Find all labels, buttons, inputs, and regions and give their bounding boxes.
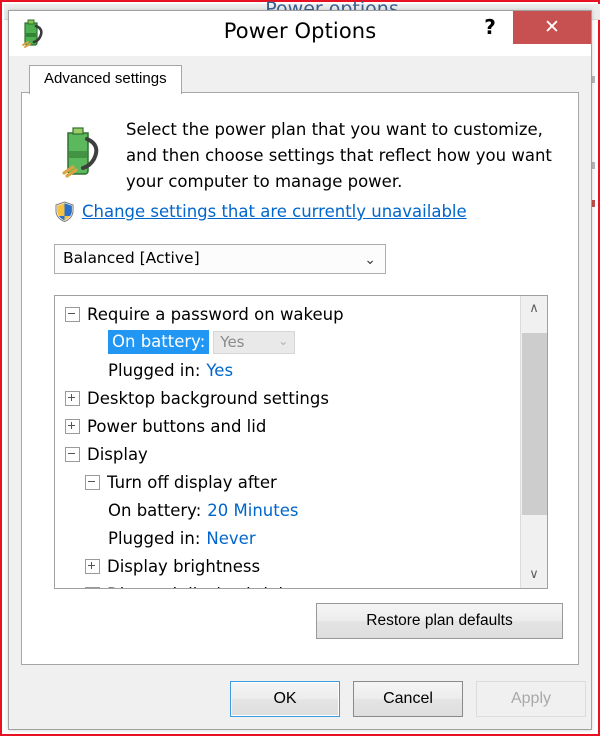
expander-plus-icon[interactable] [65, 418, 80, 434]
change-settings-row[interactable]: Change settings that are currently unava… [54, 201, 467, 223]
apply-button: Apply [476, 681, 586, 717]
chevron-down-icon: ⌄ [278, 333, 289, 348]
tree-row-value[interactable]: 20 Minutes [207, 501, 298, 520]
cancel-button[interactable]: Cancel [353, 681, 463, 717]
expander-plus-icon[interactable] [85, 586, 100, 588]
dialog-footer: OK Cancel Apply [9, 681, 593, 717]
power-options-dialog: Power Options ? ✕ Advanced settings Sele… [8, 10, 592, 730]
scrollbar-thumb[interactable] [522, 333, 547, 515]
tree-row[interactable]: Power buttons and lid [55, 412, 520, 440]
tree-row-label: Power buttons and lid [87, 416, 267, 436]
tree-row[interactable]: Plugged in: Never [55, 524, 520, 552]
dialog-titlebar[interactable]: Power Options ? ✕ [9, 11, 591, 56]
tree-row-label: Plugged in: [108, 528, 201, 548]
tree-row-label: Turn off display after [107, 472, 277, 492]
tree-row[interactable]: Dimmed display brightness [55, 580, 520, 589]
tree-row[interactable]: Require a password on wakeup [55, 300, 520, 328]
expander-minus-icon[interactable] [85, 474, 100, 490]
tree-row[interactable]: On battery: 20 Minutes [55, 496, 520, 524]
tree-row-value[interactable]: Never [206, 529, 255, 548]
ok-button[interactable]: OK [230, 681, 340, 717]
tree-row-label: Display brightness [107, 556, 261, 576]
tree-row[interactable]: Turn off display after [55, 468, 520, 496]
advanced-settings-listbox[interactable]: Require a password on wakeup On battery:… [54, 295, 548, 589]
tabstrip: Advanced settings [21, 65, 579, 94]
help-button[interactable]: ? [467, 11, 513, 44]
tree-row-value[interactable]: Yes [206, 361, 233, 380]
tree-row[interactable]: Desktop background settings [55, 384, 520, 412]
battery-plug-icon [54, 121, 106, 179]
tree-row-label: Plugged in: [108, 360, 201, 380]
tree-row-label: Display [87, 444, 148, 464]
tree-row-label: On battery: [108, 500, 202, 520]
power-plan-select[interactable]: Balanced [Active] ⌄ [54, 244, 386, 274]
expander-minus-icon[interactable] [65, 306, 80, 322]
expander-minus-icon[interactable] [65, 446, 80, 462]
close-button[interactable]: ✕ [513, 11, 591, 44]
power-plan-selected-value: Balanced [Active] [63, 249, 200, 267]
settings-list-scrollbar[interactable]: ∧ ∨ [520, 296, 547, 588]
uac-shield-icon [54, 201, 75, 223]
tree-row[interactable]: Display [55, 440, 520, 468]
tree-row-label: Desktop background settings [87, 388, 329, 408]
change-settings-link[interactable]: Change settings that are currently unava… [82, 202, 467, 221]
on-battery-password-value: Yes [220, 332, 245, 351]
restore-plan-defaults-button[interactable]: Restore plan defaults [316, 603, 563, 639]
tree-row[interactable]: On battery: Yes ⌄ [55, 328, 520, 356]
scroll-up-icon[interactable]: ∧ [521, 296, 547, 322]
tree-row[interactable]: Display brightness [55, 552, 520, 580]
expander-plus-icon[interactable] [65, 390, 80, 406]
tree-row-label: On battery: [108, 330, 210, 354]
scroll-down-icon[interactable]: ∨ [521, 562, 547, 588]
tab-page-advanced-settings: Select the power plan that you want to c… [21, 92, 579, 665]
settings-tree: Require a password on wakeup On battery:… [55, 300, 520, 589]
on-battery-password-select: Yes ⌄ [213, 330, 296, 354]
tree-row[interactable]: Plugged in: Yes [55, 356, 520, 384]
chevron-down-icon: ⌄ [364, 252, 376, 268]
expander-plus-icon[interactable] [85, 558, 100, 574]
intro-description: Select the power plan that you want to c… [126, 120, 552, 191]
tree-row-label: Dimmed display brightness [107, 585, 333, 589]
tab-advanced-settings[interactable]: Advanced settings [29, 65, 182, 94]
tree-row-label: Require a password on wakeup [87, 304, 344, 324]
